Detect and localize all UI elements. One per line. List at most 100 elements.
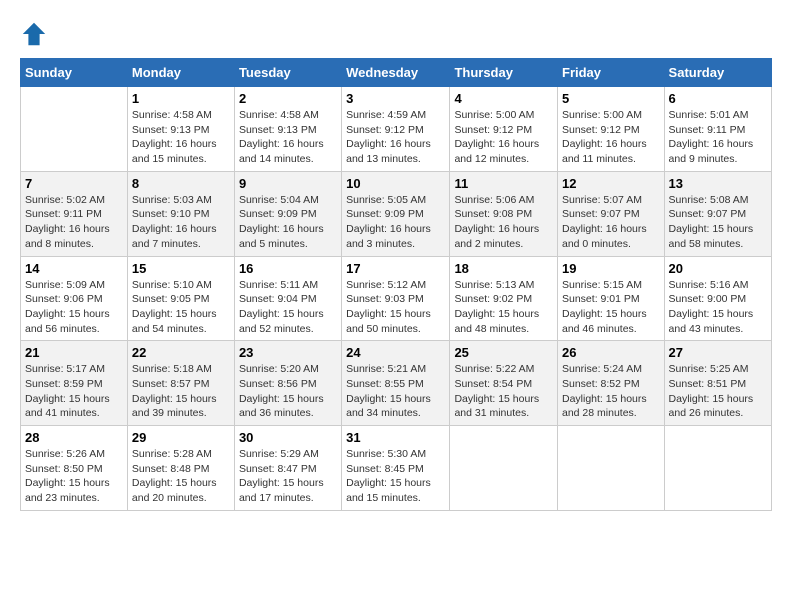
week-row-1: 1 Sunrise: 4:58 AMSunset: 9:13 PMDaylight… — [21, 87, 772, 172]
logo — [20, 20, 52, 48]
day-cell — [21, 87, 128, 172]
header-row: SundayMondayTuesdayWednesdayThursdayFrid… — [21, 59, 772, 87]
day-info: Sunrise: 5:06 AMSunset: 9:08 PMDaylight:… — [454, 193, 553, 252]
day-cell: 24 Sunrise: 5:21 AMSunset: 8:55 PMDayligh… — [342, 341, 450, 426]
day-number: 11 — [454, 176, 553, 191]
day-cell: 26 Sunrise: 5:24 AMSunset: 8:52 PMDayligh… — [558, 341, 665, 426]
day-cell: 31Sunrise: 5:30 AMSunset: 8:45 PMDayligh… — [342, 426, 450, 511]
day-info: Sunrise: 5:24 AMSunset: 8:52 PMDaylight:… — [562, 362, 660, 421]
day-info: Sunrise: 5:17 AMSunset: 8:59 PMDaylight:… — [25, 362, 123, 421]
day-info: Sunrise: 5:00 AMSunset: 9:12 PMDaylight:… — [562, 108, 660, 167]
day-cell: 23Sunrise: 5:20 AMSunset: 8:56 PMDayligh… — [234, 341, 341, 426]
header-cell-thursday: Thursday — [450, 59, 558, 87]
day-info: Sunrise: 5:04 AMSunset: 9:09 PMDaylight:… — [239, 193, 337, 252]
day-cell: 8 Sunrise: 5:03 AMSunset: 9:10 PMDaylight… — [127, 171, 234, 256]
day-info: Sunrise: 5:02 AMSunset: 9:11 PMDaylight:… — [25, 193, 123, 252]
calendar-body: 1 Sunrise: 4:58 AMSunset: 9:13 PMDaylight… — [21, 87, 772, 511]
day-cell: 28 Sunrise: 5:26 AMSunset: 8:50 PMDayligh… — [21, 426, 128, 511]
day-number: 10 — [346, 176, 445, 191]
day-info: Sunrise: 5:13 AMSunset: 9:02 PMDaylight:… — [454, 278, 553, 337]
day-cell: 2 Sunrise: 4:58 AMSunset: 9:13 PMDaylight… — [234, 87, 341, 172]
day-info: Sunrise: 5:10 AMSunset: 9:05 PMDaylight:… — [132, 278, 230, 337]
header-cell-tuesday: Tuesday — [234, 59, 341, 87]
day-number: 16 — [239, 261, 337, 276]
day-info: Sunrise: 5:03 AMSunset: 9:10 PMDaylight:… — [132, 193, 230, 252]
day-info: Sunrise: 5:29 AMSunset: 8:47 PMDaylight:… — [239, 447, 337, 506]
week-row-2: 7 Sunrise: 5:02 AMSunset: 9:11 PMDaylight… — [21, 171, 772, 256]
header-cell-sunday: Sunday — [21, 59, 128, 87]
day-number: 25 — [454, 345, 553, 360]
day-number: 7 — [25, 176, 123, 191]
day-number: 24 — [346, 345, 445, 360]
day-info: Sunrise: 5:30 AMSunset: 8:45 PMDaylight:… — [346, 447, 445, 506]
day-number: 27 — [669, 345, 767, 360]
day-number: 20 — [669, 261, 767, 276]
header-cell-monday: Monday — [127, 59, 234, 87]
day-number: 19 — [562, 261, 660, 276]
day-number: 30 — [239, 430, 337, 445]
day-cell: 18Sunrise: 5:13 AMSunset: 9:02 PMDayligh… — [450, 256, 558, 341]
day-cell — [664, 426, 771, 511]
day-number: 2 — [239, 91, 337, 106]
day-info: Sunrise: 5:22 AMSunset: 8:54 PMDaylight:… — [454, 362, 553, 421]
day-cell: 14 Sunrise: 5:09 AMSunset: 9:06 PMDayligh… — [21, 256, 128, 341]
day-info: Sunrise: 5:28 AMSunset: 8:48 PMDaylight:… — [132, 447, 230, 506]
day-cell: 16 Sunrise: 5:11 AMSunset: 9:04 PMDayligh… — [234, 256, 341, 341]
day-number: 6 — [669, 91, 767, 106]
day-info: Sunrise: 5:05 AMSunset: 9:09 PMDaylight:… — [346, 193, 445, 252]
day-cell: 17 Sunrise: 5:12 AMSunset: 9:03 PMDayligh… — [342, 256, 450, 341]
day-info: Sunrise: 5:20 AMSunset: 8:56 PMDaylight:… — [239, 362, 337, 421]
week-row-3: 14 Sunrise: 5:09 AMSunset: 9:06 PMDayligh… — [21, 256, 772, 341]
day-info: Sunrise: 5:07 AMSunset: 9:07 PMDaylight:… — [562, 193, 660, 252]
day-number: 22 — [132, 345, 230, 360]
day-number: 5 — [562, 91, 660, 106]
day-cell: 5 Sunrise: 5:00 AMSunset: 9:12 PMDaylight… — [558, 87, 665, 172]
day-number: 1 — [132, 91, 230, 106]
page-header — [20, 20, 772, 48]
day-cell: 13 Sunrise: 5:08 AMSunset: 9:07 PMDayligh… — [664, 171, 771, 256]
day-number: 28 — [25, 430, 123, 445]
day-info: Sunrise: 5:15 AMSunset: 9:01 PMDaylight:… — [562, 278, 660, 337]
day-info: Sunrise: 5:21 AMSunset: 8:55 PMDaylight:… — [346, 362, 445, 421]
day-number: 15 — [132, 261, 230, 276]
day-info: Sunrise: 5:09 AMSunset: 9:06 PMDaylight:… — [25, 278, 123, 337]
day-cell: 11 Sunrise: 5:06 AMSunset: 9:08 PMDayligh… — [450, 171, 558, 256]
day-info: Sunrise: 5:16 AMSunset: 9:00 PMDaylight:… — [669, 278, 767, 337]
header-cell-wednesday: Wednesday — [342, 59, 450, 87]
day-cell: 21 Sunrise: 5:17 AMSunset: 8:59 PMDayligh… — [21, 341, 128, 426]
day-number: 26 — [562, 345, 660, 360]
day-cell: 7 Sunrise: 5:02 AMSunset: 9:11 PMDaylight… — [21, 171, 128, 256]
logo-icon — [20, 20, 48, 48]
week-row-4: 21 Sunrise: 5:17 AMSunset: 8:59 PMDayligh… — [21, 341, 772, 426]
day-cell: 4Sunrise: 5:00 AMSunset: 9:12 PMDaylight… — [450, 87, 558, 172]
day-info: Sunrise: 5:26 AMSunset: 8:50 PMDaylight:… — [25, 447, 123, 506]
day-info: Sunrise: 5:11 AMSunset: 9:04 PMDaylight:… — [239, 278, 337, 337]
header-cell-saturday: Saturday — [664, 59, 771, 87]
day-cell — [558, 426, 665, 511]
day-info: Sunrise: 4:58 AMSunset: 9:13 PMDaylight:… — [132, 108, 230, 167]
day-info: Sunrise: 5:08 AMSunset: 9:07 PMDaylight:… — [669, 193, 767, 252]
day-number: 12 — [562, 176, 660, 191]
day-number: 21 — [25, 345, 123, 360]
day-cell — [450, 426, 558, 511]
day-number: 9 — [239, 176, 337, 191]
day-cell: 22 Sunrise: 5:18 AMSunset: 8:57 PMDayligh… — [127, 341, 234, 426]
day-info: Sunrise: 4:59 AMSunset: 9:12 PMDaylight:… — [346, 108, 445, 167]
day-cell: 9 Sunrise: 5:04 AMSunset: 9:09 PMDaylight… — [234, 171, 341, 256]
day-number: 14 — [25, 261, 123, 276]
day-number: 3 — [346, 91, 445, 106]
day-number: 8 — [132, 176, 230, 191]
day-number: 13 — [669, 176, 767, 191]
day-info: Sunrise: 5:00 AMSunset: 9:12 PMDaylight:… — [454, 108, 553, 167]
week-row-5: 28 Sunrise: 5:26 AMSunset: 8:50 PMDayligh… — [21, 426, 772, 511]
day-info: Sunrise: 5:12 AMSunset: 9:03 PMDaylight:… — [346, 278, 445, 337]
day-number: 29 — [132, 430, 230, 445]
day-number: 17 — [346, 261, 445, 276]
day-info: Sunrise: 5:18 AMSunset: 8:57 PMDaylight:… — [132, 362, 230, 421]
header-cell-friday: Friday — [558, 59, 665, 87]
day-info: Sunrise: 4:58 AMSunset: 9:13 PMDaylight:… — [239, 108, 337, 167]
day-cell: 12 Sunrise: 5:07 AMSunset: 9:07 PMDayligh… — [558, 171, 665, 256]
day-cell: 6Sunrise: 5:01 AMSunset: 9:11 PMDaylight… — [664, 87, 771, 172]
day-cell: 1 Sunrise: 4:58 AMSunset: 9:13 PMDaylight… — [127, 87, 234, 172]
day-cell: 3 Sunrise: 4:59 AMSunset: 9:12 PMDaylight… — [342, 87, 450, 172]
